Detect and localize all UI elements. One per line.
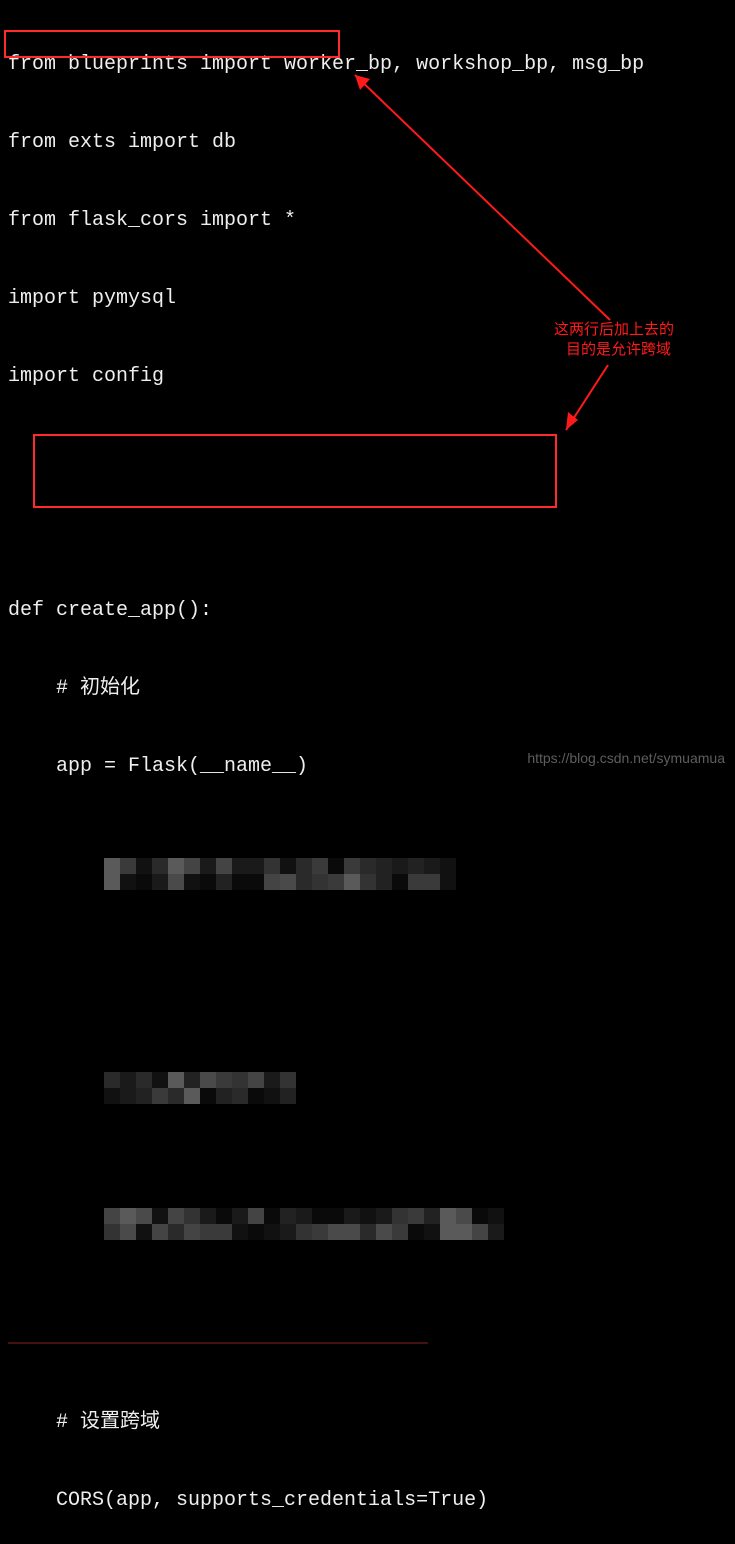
code-line — [8, 968, 727, 994]
code-line: import config — [8, 364, 727, 390]
code-line: # 初始化 — [8, 676, 727, 702]
mosaic-area — [8, 1046, 727, 1130]
annotation-line: 目的是允许跨域 — [554, 340, 674, 360]
code-line: def create_app(): — [8, 598, 727, 624]
annotation-text: 这两行后加上去的 目的是允许跨域 — [554, 320, 674, 360]
code-line: CORS(app, supports_credentials=True) — [8, 1488, 727, 1514]
mosaic-area — [8, 832, 727, 916]
mosaic-area — [8, 1182, 727, 1266]
code-line: # 设置跨域 — [8, 1410, 727, 1436]
watermark: https://blog.csdn.net/symuamua — [527, 750, 725, 766]
code-line: from blueprints import worker_bp, worksh… — [8, 52, 727, 78]
annotation-line: 这两行后加上去的 — [554, 320, 674, 340]
code-block: from blueprints import worker_bp, worksh… — [0, 0, 735, 1544]
code-line — [8, 442, 727, 468]
code-line: from flask_cors import * — [8, 208, 727, 234]
code-line: import pymysql — [8, 286, 727, 312]
code-line: from exts import db — [8, 130, 727, 156]
code-line — [8, 520, 727, 546]
